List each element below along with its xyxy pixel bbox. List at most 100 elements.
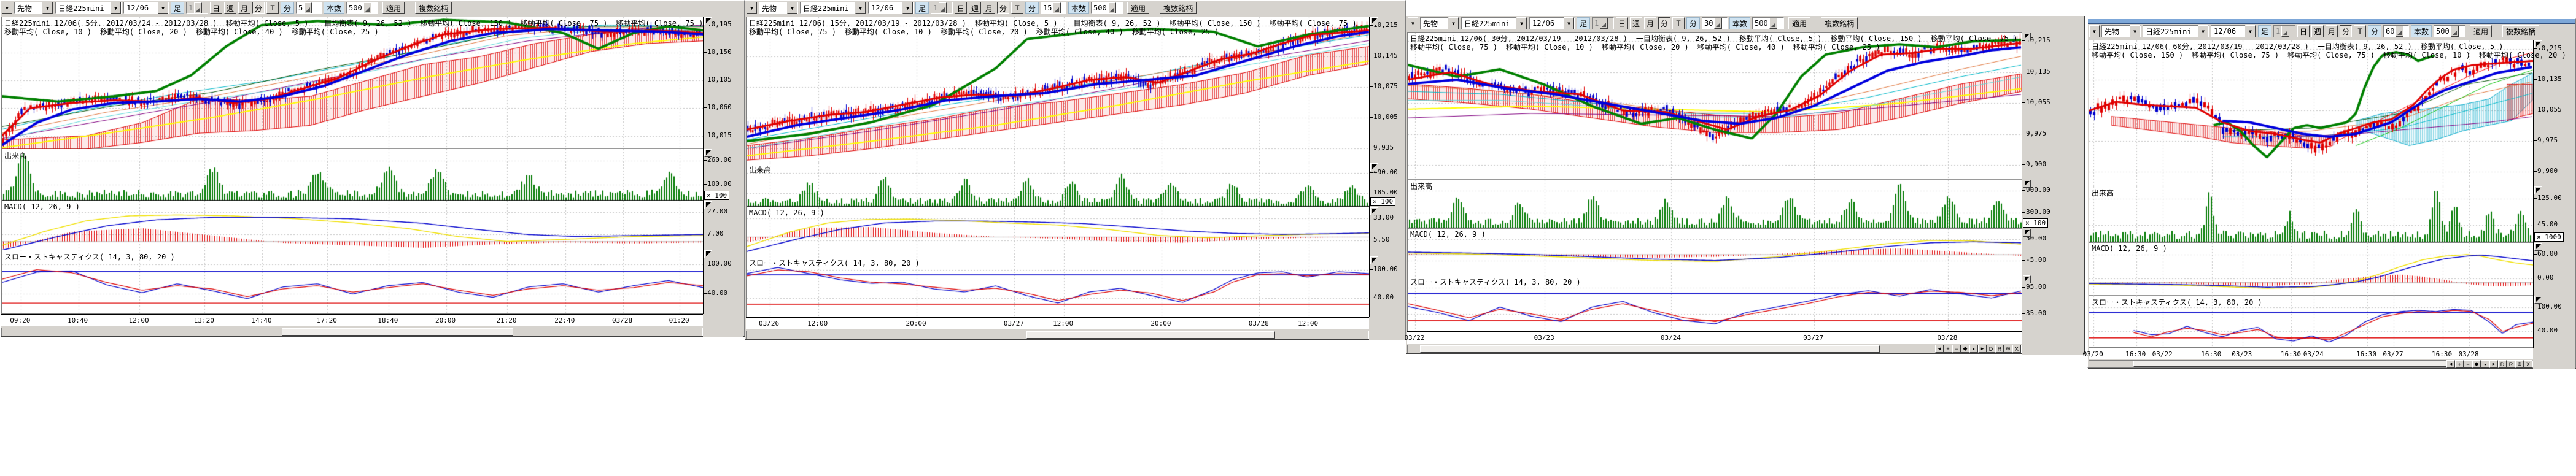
chart-canvas-price[interactable] xyxy=(2089,40,2534,186)
symbol-select[interactable]: 日経225mini▼ xyxy=(55,2,122,14)
chevron-down-icon[interactable]: ▼ xyxy=(1448,17,1459,29)
chevron-down-icon[interactable]: ▼ xyxy=(1516,17,1527,29)
collapse-section-button[interactable] xyxy=(1370,163,1378,171)
bars-stepper[interactable]: 500 xyxy=(346,2,378,14)
minute-stepper[interactable]: 15 xyxy=(1041,2,1066,14)
chart-nav-button[interactable]: D xyxy=(1987,345,1995,353)
apply-button[interactable]: 適用 xyxy=(2470,25,2492,37)
period-day-button[interactable]: 日 xyxy=(210,2,222,14)
chart-nav-button[interactable]: + xyxy=(1944,345,1952,353)
chevron-down-icon[interactable]: ▼ xyxy=(787,2,797,14)
symbol-select[interactable]: 日経225mini▼ xyxy=(800,2,866,14)
chart-canvas-price[interactable] xyxy=(1408,33,2022,180)
period-month-button[interactable]: 月 xyxy=(983,2,995,14)
period-minute-button[interactable]: 分 xyxy=(2340,25,2352,37)
collapse-section-button[interactable] xyxy=(1370,207,1378,215)
chart-canvas-stoch[interactable] xyxy=(1408,275,2022,332)
collapse-section-button[interactable] xyxy=(2023,33,2031,40)
bars-stepper[interactable]: 500 xyxy=(2434,25,2465,37)
collapse-section-button[interactable] xyxy=(2534,243,2542,251)
chart-nav-button[interactable]: ◆ xyxy=(2472,360,2481,368)
chevron-down-icon[interactable]: ▼ xyxy=(2245,25,2256,37)
symbol-select[interactable]: 日経225mini▼ xyxy=(2143,25,2209,37)
ashi-count-stepper[interactable]: 1 xyxy=(186,2,208,14)
horizontal-scrollbar[interactable] xyxy=(746,331,1369,339)
multi-symbol-button[interactable]: 複数銘柄 xyxy=(1821,17,1858,29)
chart-canvas-macd[interactable] xyxy=(747,207,1370,256)
contract-month-select[interactable]: 12/06▼ xyxy=(2211,25,2256,37)
window-menu-button[interactable]: ▼ xyxy=(1408,17,1418,29)
chart-nav-button[interactable]: ▪ xyxy=(2481,360,2489,368)
chart-nav-button[interactable]: ▪ xyxy=(1969,345,1978,353)
ashi-count-stepper[interactable]: 1 xyxy=(2273,25,2295,37)
chart-nav-button[interactable]: − xyxy=(2464,360,2472,368)
chart-nav-button[interactable]: X xyxy=(2012,345,2021,353)
apply-button[interactable]: 適用 xyxy=(1788,17,1810,29)
apply-button[interactable]: 適用 xyxy=(382,2,405,14)
chart-canvas-vol[interactable] xyxy=(1408,180,2022,229)
period-minute-button[interactable]: 分 xyxy=(252,2,265,14)
stepper-icon[interactable] xyxy=(1714,18,1722,29)
period-day-button[interactable]: 日 xyxy=(1616,17,1628,29)
chevron-down-icon[interactable]: ▼ xyxy=(158,2,168,14)
chart-nav-button[interactable]: ▸ xyxy=(2489,360,2498,368)
collapse-section-button[interactable] xyxy=(1370,256,1378,264)
minute-stepper[interactable]: 5 xyxy=(296,2,322,14)
chevron-down-icon[interactable]: ▼ xyxy=(855,2,866,14)
chart-nav-button[interactable]: ⊕ xyxy=(2004,345,2012,353)
window-menu-button[interactable]: ▼ xyxy=(2,2,12,14)
chart-canvas-vol[interactable] xyxy=(747,163,1370,207)
symbol-category-select[interactable]: 先物▼ xyxy=(1420,17,1459,29)
chart-nav-button[interactable]: D xyxy=(2498,360,2507,368)
collapse-section-button[interactable] xyxy=(2023,275,2031,283)
collapse-section-button[interactable] xyxy=(704,149,712,157)
collapse-section-button[interactable] xyxy=(2534,296,2542,304)
period-tick-button[interactable]: T xyxy=(266,2,279,14)
stepper-icon[interactable] xyxy=(363,2,371,13)
bars-stepper[interactable]: 500 xyxy=(1091,2,1123,14)
stepper-icon[interactable] xyxy=(194,2,202,13)
minute-stepper[interactable]: 60 xyxy=(2383,25,2409,37)
collapse-section-button[interactable] xyxy=(2534,40,2542,48)
period-month-button[interactable]: 月 xyxy=(2326,25,2338,37)
period-tick-button[interactable]: T xyxy=(2354,25,2366,37)
period-week-button[interactable]: 週 xyxy=(224,2,236,14)
chevron-down-icon[interactable]: ▼ xyxy=(1564,17,1574,29)
minute-stepper[interactable]: 30 xyxy=(1702,17,1728,29)
symbol-category-select[interactable]: 先物▼ xyxy=(14,2,53,14)
chart-nav-button[interactable]: ⊕ xyxy=(2515,360,2524,368)
contract-month-select[interactable]: 12/06▼ xyxy=(868,2,914,14)
chart-canvas-stoch[interactable] xyxy=(2,250,704,315)
apply-button[interactable]: 適用 xyxy=(1127,2,1149,14)
collapse-section-button[interactable] xyxy=(2023,229,2031,237)
chart-canvas-price[interactable] xyxy=(747,17,1370,163)
period-minute-button[interactable]: 分 xyxy=(1658,17,1670,29)
period-week-button[interactable]: 週 xyxy=(1630,17,1642,29)
collapse-section-button[interactable] xyxy=(2023,180,2031,188)
chart-nav-button[interactable]: − xyxy=(1952,345,1961,353)
chevron-down-icon[interactable]: ▼ xyxy=(2198,25,2208,37)
chevron-down-icon[interactable]: ▼ xyxy=(2130,25,2140,37)
stepper-icon[interactable] xyxy=(2451,26,2459,37)
chart-nav-button[interactable]: ◂ xyxy=(1935,345,1944,353)
multi-symbol-button[interactable]: 複数銘柄 xyxy=(2502,25,2539,37)
horizontal-scrollbar[interactable] xyxy=(1,328,703,336)
symbol-select[interactable]: 日経225mini▼ xyxy=(1461,17,1527,29)
chart-canvas-vol[interactable] xyxy=(2,149,704,201)
chart-nav-button[interactable]: ▸ xyxy=(1978,345,1987,353)
chart-nav-button[interactable]: ◆ xyxy=(1961,345,1969,353)
chart-canvas-stoch[interactable] xyxy=(2089,296,2534,348)
period-tick-button[interactable]: T xyxy=(1011,2,1023,14)
stepper-icon[interactable] xyxy=(1600,18,1608,29)
collapse-section-button[interactable] xyxy=(1370,17,1378,25)
chart-nav-button[interactable]: R xyxy=(2507,360,2515,368)
period-day-button[interactable]: 日 xyxy=(955,2,967,14)
collapse-section-button[interactable] xyxy=(2534,186,2542,194)
chevron-down-icon[interactable]: ▼ xyxy=(902,2,913,14)
chevron-down-icon[interactable]: ▼ xyxy=(111,2,121,14)
chart-canvas-macd[interactable] xyxy=(2,201,704,250)
chart-canvas-stoch[interactable] xyxy=(747,256,1370,318)
period-month-button[interactable]: 月 xyxy=(1644,17,1656,29)
horizontal-scrollbar[interactable]: ◂+−◆▪▸DR⊕X xyxy=(1407,345,2022,353)
stepper-icon[interactable] xyxy=(1108,2,1116,13)
